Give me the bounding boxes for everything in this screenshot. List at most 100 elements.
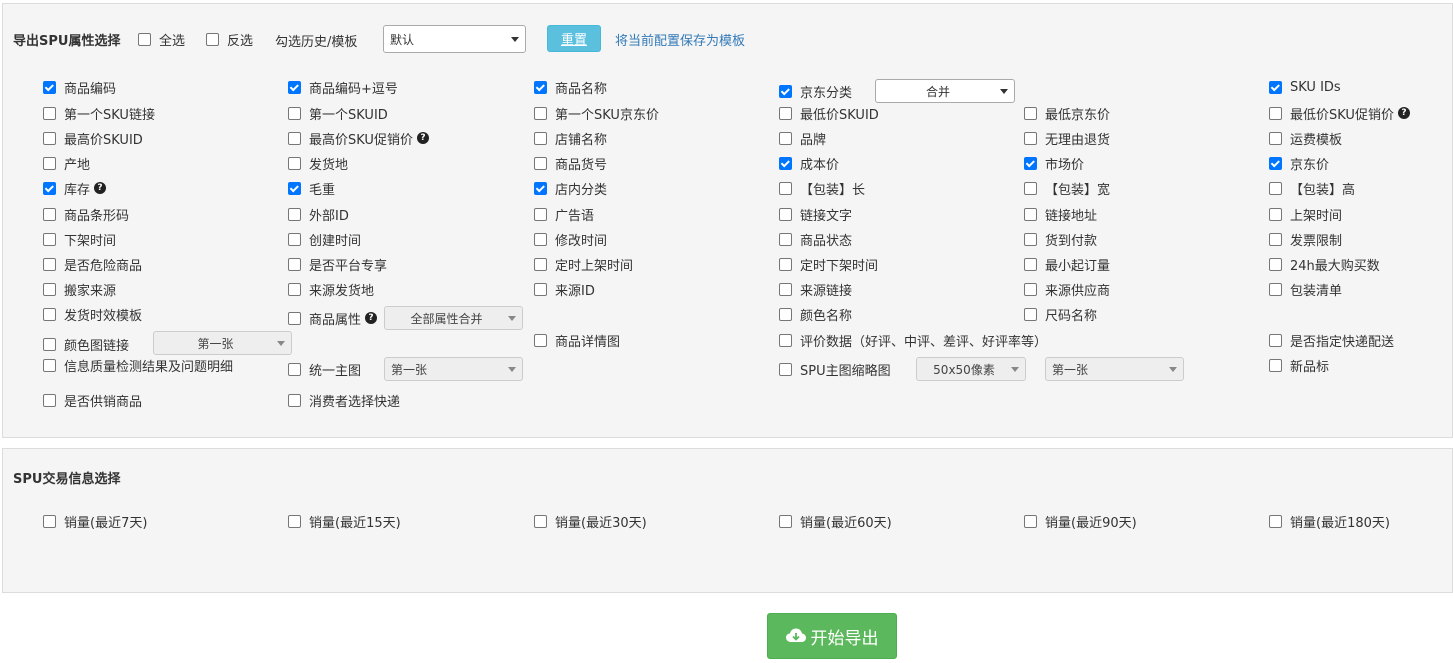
checkbox[interactable] xyxy=(534,207,547,221)
checkbox[interactable] xyxy=(779,207,792,221)
checkbox[interactable] xyxy=(1024,257,1037,271)
checkbox[interactable] xyxy=(534,131,547,145)
checkbox[interactable] xyxy=(288,514,301,528)
attribute-option[interactable]: 包装清单 xyxy=(1269,279,1342,299)
checkbox[interactable] xyxy=(534,232,547,246)
option-select[interactable]: 第一张 xyxy=(1045,357,1184,381)
checkbox[interactable] xyxy=(43,282,56,296)
checkbox[interactable] xyxy=(1024,181,1037,195)
checkbox[interactable] xyxy=(288,282,301,296)
attribute-option[interactable]: 是否供销商品 xyxy=(43,390,142,410)
attribute-option[interactable]: 【包装】长 xyxy=(779,178,865,198)
attribute-option[interactable]: 产地 xyxy=(43,153,90,173)
attribute-option[interactable]: 外部ID xyxy=(288,204,349,224)
attribute-option[interactable]: 来源链接 xyxy=(779,279,852,299)
attribute-option[interactable]: 库存? xyxy=(43,178,107,198)
attribute-option[interactable]: 商品货号 xyxy=(534,153,607,173)
checkbox[interactable] xyxy=(288,156,301,170)
attribute-option[interactable]: 【包装】高 xyxy=(1269,178,1355,198)
checkbox[interactable] xyxy=(534,257,547,271)
checkbox[interactable] xyxy=(1024,131,1037,145)
checkbox[interactable] xyxy=(1269,257,1282,271)
checkbox[interactable] xyxy=(1024,232,1037,246)
checkbox-checked[interactable] xyxy=(43,181,56,195)
checkbox[interactable] xyxy=(1269,207,1282,221)
attribute-option[interactable]: 商品条形码 xyxy=(43,204,129,224)
checkbox[interactable] xyxy=(534,106,547,120)
attribute-option[interactable]: 第一个SKU京东价 xyxy=(534,103,659,123)
checkbox-checked[interactable] xyxy=(534,80,547,94)
attribute-option[interactable]: 消费者选择快递 xyxy=(288,390,400,410)
checkbox[interactable] xyxy=(206,32,219,46)
checkbox[interactable] xyxy=(43,106,56,120)
checkbox[interactable] xyxy=(288,232,301,246)
checkbox[interactable] xyxy=(779,257,792,271)
question-circle-icon[interactable]: ? xyxy=(416,132,429,144)
attribute-option[interactable]: 最小起订量 xyxy=(1024,254,1110,274)
attribute-option[interactable]: 评价数据（好评、中评、差评、好评率等） xyxy=(779,330,1047,350)
checkbox[interactable] xyxy=(1269,106,1282,120)
checkbox[interactable] xyxy=(779,181,792,195)
checkbox[interactable] xyxy=(138,32,151,46)
checkbox-checked[interactable] xyxy=(1024,156,1037,170)
attribute-option[interactable]: 链接文字 xyxy=(779,204,852,224)
attribute-option[interactable]: 24h最大购买数 xyxy=(1269,254,1380,274)
trade-option[interactable]: 销量(最近180天) xyxy=(1269,511,1390,531)
attribute-option[interactable]: 第一个SKUID xyxy=(288,103,388,123)
history-template-select[interactable]: 默认 xyxy=(383,25,526,53)
checkbox-checked[interactable] xyxy=(779,84,792,98)
attribute-option[interactable]: 商品状态 xyxy=(779,229,852,249)
checkbox[interactable] xyxy=(1269,232,1282,246)
checkbox[interactable] xyxy=(779,307,792,321)
checkbox[interactable] xyxy=(1024,282,1037,296)
checkbox[interactable] xyxy=(43,307,56,321)
attribute-option[interactable]: 最高价SKUID xyxy=(43,128,143,148)
attribute-option[interactable]: 最低价SKUID xyxy=(779,103,879,123)
checkbox[interactable] xyxy=(43,514,56,528)
checkbox[interactable] xyxy=(1024,514,1037,528)
question-circle-icon[interactable]: ? xyxy=(1397,107,1410,119)
checkbox[interactable] xyxy=(1024,106,1037,120)
checkbox[interactable] xyxy=(1024,307,1037,321)
checkbox-checked[interactable] xyxy=(288,181,301,195)
attribute-option[interactable]: 定时下架时间 xyxy=(779,254,878,274)
checkbox[interactable] xyxy=(43,358,56,372)
attribute-option[interactable]: 创建时间 xyxy=(288,229,361,249)
option-select[interactable]: 50x50像素 xyxy=(916,357,1026,381)
checkbox[interactable] xyxy=(43,232,56,246)
attribute-option[interactable]: 店内分类 xyxy=(534,178,607,198)
attribute-option[interactable]: 修改时间 xyxy=(534,229,607,249)
checkbox[interactable] xyxy=(779,514,792,528)
attribute-option[interactable]: 是否指定快递配送 xyxy=(1269,330,1394,350)
checkbox[interactable] xyxy=(288,131,301,145)
checkbox[interactable] xyxy=(534,282,547,296)
attribute-option[interactable]: 是否危险商品 xyxy=(43,254,142,274)
attribute-option[interactable]: 最高价SKU促销价? xyxy=(288,128,429,148)
checkbox[interactable] xyxy=(43,257,56,271)
checkbox[interactable] xyxy=(1269,358,1282,372)
attribute-option[interactable]: 第一个SKU链接 xyxy=(43,103,155,123)
checkbox-checked[interactable] xyxy=(1269,80,1282,94)
option-select[interactable]: 合并 xyxy=(875,79,1015,103)
checkbox[interactable] xyxy=(43,156,56,170)
option-select[interactable]: 第一张 xyxy=(153,331,292,355)
checkbox[interactable] xyxy=(288,106,301,120)
attribute-option[interactable]: SPU主图缩略图 xyxy=(779,359,891,379)
attribute-option[interactable]: 发货时效模板 xyxy=(43,304,142,324)
attribute-option[interactable]: 来源ID xyxy=(534,279,595,299)
attribute-option[interactable]: 运费模板 xyxy=(1269,128,1342,148)
checkbox[interactable] xyxy=(534,156,547,170)
option-select[interactable]: 全部属性合并 xyxy=(384,306,523,330)
question-circle-icon[interactable]: ? xyxy=(365,312,378,324)
checkbox[interactable] xyxy=(779,232,792,246)
trade-option[interactable]: 销量(最近7天) xyxy=(43,511,147,531)
checkbox-checked[interactable] xyxy=(288,80,301,94)
checkbox[interactable] xyxy=(288,362,301,376)
save-template-link[interactable]: 将当前配置保存为模板 xyxy=(615,30,745,49)
attribute-option[interactable]: 是否平台专享 xyxy=(288,254,387,274)
attribute-option[interactable]: 京东价 xyxy=(1269,153,1329,173)
attribute-option[interactable]: 来源供应商 xyxy=(1024,279,1110,299)
checkbox[interactable] xyxy=(1269,181,1282,195)
attribute-option[interactable]: 商品编码+逗号 xyxy=(288,77,398,97)
attribute-option[interactable]: 发货地 xyxy=(288,153,348,173)
